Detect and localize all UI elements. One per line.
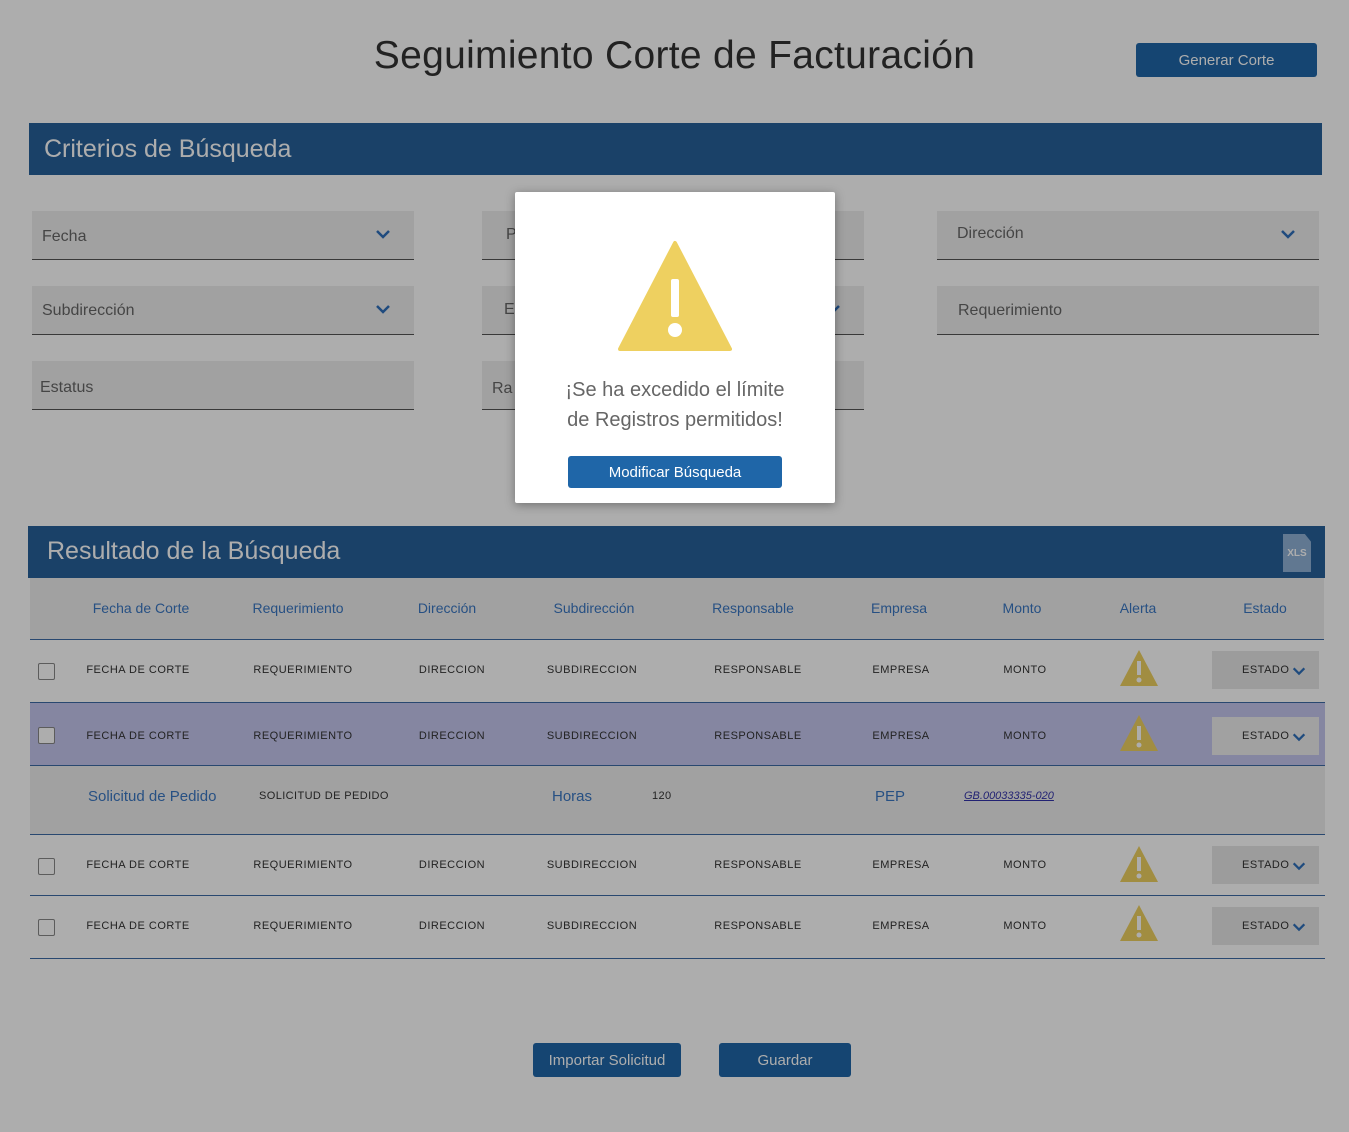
modal-message-line1: ¡Se ha excedido el límite bbox=[565, 379, 785, 401]
modal-message: ¡Se ha excedido el límite de Registros p… bbox=[515, 375, 835, 435]
modal-message-line2: de Registros permitidos! bbox=[567, 409, 783, 431]
modificar-busqueda-button[interactable]: Modificar Búsqueda bbox=[568, 456, 782, 488]
modal-overlay[interactable] bbox=[0, 0, 1349, 1132]
limit-exceeded-modal: ¡Se ha excedido el límite de Registros p… bbox=[515, 192, 835, 503]
warning-icon bbox=[618, 241, 732, 351]
